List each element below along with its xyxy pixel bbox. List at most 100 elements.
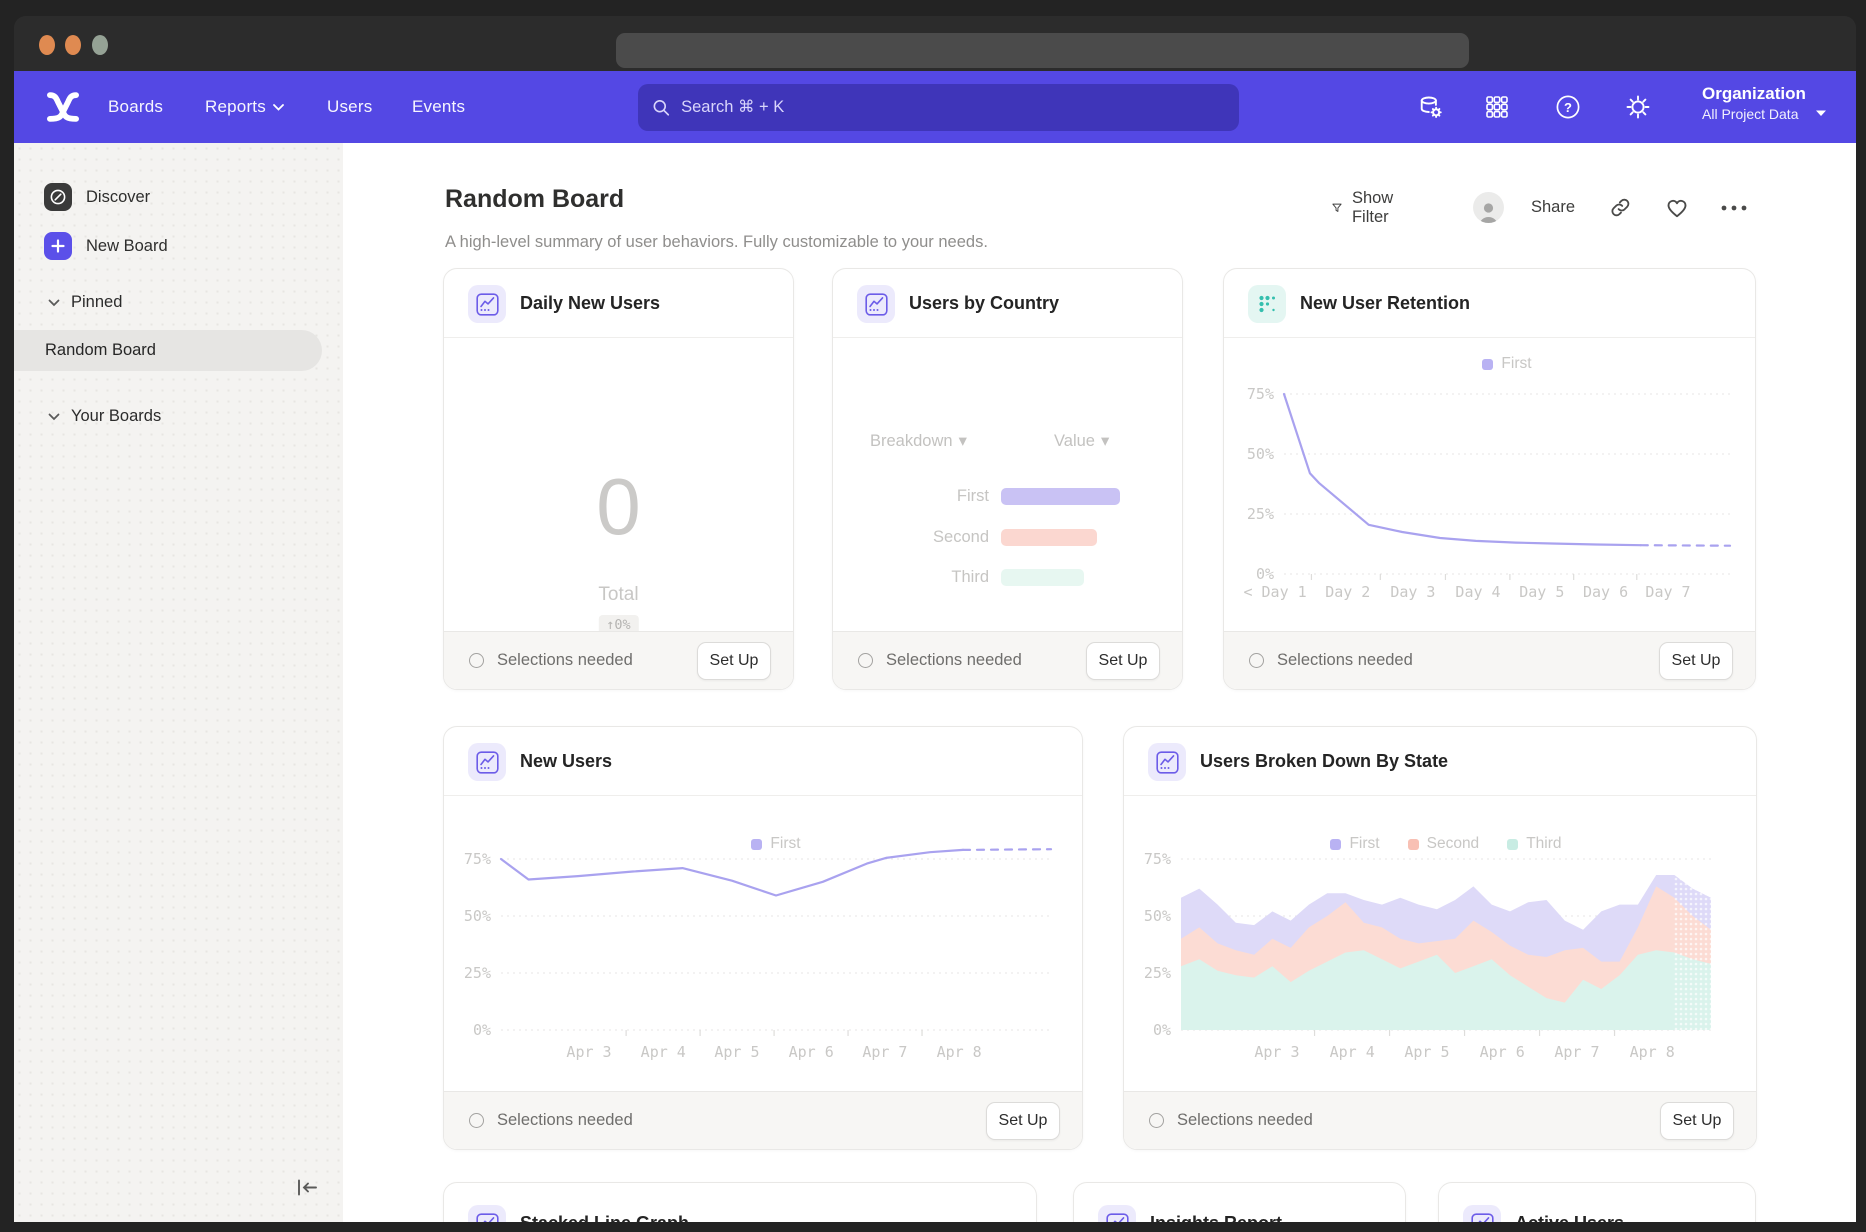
- line-chart-icon: [857, 285, 895, 323]
- chevron-down-icon: [48, 299, 60, 307]
- svg-text:75%: 75%: [1144, 850, 1171, 868]
- show-filter-button[interactable]: Show Filter: [1331, 191, 1401, 224]
- svg-text:Day 7: Day 7: [1645, 583, 1690, 601]
- address-bar[interactable]: [616, 33, 1469, 68]
- apps-grid-icon[interactable]: [1483, 93, 1511, 121]
- legend-swatch: [1482, 359, 1493, 370]
- svg-text:Apr 5: Apr 5: [714, 1043, 759, 1061]
- line-chart-icon: [468, 285, 506, 323]
- mixpanel-logo-icon[interactable]: [43, 92, 83, 127]
- nav-events[interactable]: Events: [412, 71, 465, 143]
- discover-compass-icon: [44, 183, 72, 211]
- card-users-by-state: Users Broken Down By State 75%50%25%0%Ap…: [1123, 726, 1757, 1150]
- nav-reports[interactable]: Reports: [205, 71, 284, 143]
- share-button[interactable]: Share: [1531, 191, 1575, 224]
- help-icon[interactable]: ?: [1554, 93, 1582, 121]
- set-up-button[interactable]: Set Up: [697, 642, 771, 680]
- set-up-button[interactable]: Set Up: [1660, 1102, 1734, 1140]
- svg-text:Apr 7: Apr 7: [1554, 1043, 1599, 1061]
- status-circle-icon: [1249, 653, 1264, 668]
- line-chart-icon: [1098, 1205, 1136, 1222]
- chevron-down-icon: ▾: [1101, 431, 1109, 451]
- svg-text:50%: 50%: [1247, 445, 1274, 463]
- chart-legend: First: [501, 835, 1051, 853]
- search-bar[interactable]: [638, 84, 1239, 131]
- line-chart-icon: [468, 1205, 506, 1222]
- board-description: A high-level summary of user behaviors. …: [445, 233, 988, 252]
- org-project: All Project Data: [1702, 105, 1806, 124]
- sidebar-item-discover[interactable]: Discover: [44, 183, 150, 211]
- nav-boards[interactable]: Boards: [108, 71, 163, 143]
- nav-users[interactable]: Users: [327, 71, 372, 143]
- avatar[interactable]: [1473, 191, 1504, 224]
- screen: Boards Reports Users Events: [0, 0, 1866, 1232]
- svg-text:Day 5: Day 5: [1519, 583, 1564, 601]
- svg-text:50%: 50%: [1144, 907, 1171, 925]
- svg-text:Apr 4: Apr 4: [641, 1043, 686, 1061]
- search-input[interactable]: [679, 97, 1225, 118]
- search-icon: [652, 98, 670, 117]
- set-up-button[interactable]: Set Up: [1659, 642, 1733, 680]
- chevron-down-icon[interactable]: [1815, 104, 1827, 122]
- svg-text:Apr 7: Apr 7: [862, 1043, 907, 1061]
- svg-text:< Day 1: < Day 1: [1243, 583, 1306, 601]
- svg-text:?: ?: [1564, 100, 1572, 115]
- line-chart-icon: [1148, 743, 1186, 781]
- window-titlebar: [14, 16, 1856, 71]
- svg-text:Apr 4: Apr 4: [1330, 1043, 1375, 1061]
- legend-swatch: [1330, 839, 1341, 850]
- sidebar-item-new-board[interactable]: New Board: [44, 232, 168, 260]
- card-stacked-line-graph: Stacked Line Graph: [443, 1182, 1037, 1222]
- svg-text:75%: 75%: [1247, 385, 1274, 403]
- svg-text:0%: 0%: [1153, 1021, 1171, 1039]
- card-title: Daily New Users: [520, 269, 660, 338]
- retention-grid-icon: [1248, 285, 1286, 323]
- status-text: Selections needed: [497, 651, 697, 670]
- sidebar-item-random-board[interactable]: Random Board: [14, 330, 322, 371]
- svg-text:Day 3: Day 3: [1390, 583, 1435, 601]
- svg-text:50%: 50%: [464, 907, 491, 925]
- svg-text:0%: 0%: [1256, 565, 1274, 583]
- status-text: Selections needed: [1177, 1111, 1660, 1130]
- svg-text:0%: 0%: [473, 1021, 491, 1039]
- plus-icon: [44, 232, 72, 260]
- copy-link-icon[interactable]: [1609, 191, 1632, 224]
- status-text: Selections needed: [1277, 651, 1659, 670]
- bar-first: [1001, 488, 1120, 505]
- card-new-user-retention: New User Retention 75%50%25%0%< Day 1Day…: [1223, 268, 1756, 690]
- line-chart-icon: [1463, 1205, 1501, 1222]
- data-management-icon[interactable]: [1416, 93, 1444, 121]
- set-up-button[interactable]: Set Up: [986, 1102, 1060, 1140]
- sidebar-section-pinned[interactable]: Pinned: [48, 293, 122, 312]
- window-minimize-button[interactable]: [65, 35, 81, 55]
- app-window: Boards Reports Users Events: [14, 16, 1856, 1222]
- by-state-chart: 75%50%25%0%Apr 3Apr 4Apr 5Apr 6Apr 7Apr …: [1124, 797, 1756, 1094]
- settings-gear-icon[interactable]: [1624, 93, 1652, 121]
- svg-text:Apr 5: Apr 5: [1404, 1043, 1449, 1061]
- card-users-by-country: Users by Country Breakdown▾ Value▾ First…: [832, 268, 1183, 690]
- more-options-icon[interactable]: [1719, 191, 1749, 224]
- breakdown-dropdown[interactable]: Breakdown▾: [870, 431, 967, 451]
- window-zoom-button[interactable]: [92, 35, 108, 55]
- value-dropdown[interactable]: Value▾: [1054, 431, 1109, 451]
- card-title: New Users: [520, 727, 612, 796]
- org-switcher[interactable]: Organization All Project Data: [1702, 83, 1806, 124]
- bar-second: [1001, 529, 1097, 546]
- status-text: Selections needed: [497, 1111, 986, 1130]
- chevron-down-icon: [273, 104, 284, 111]
- legend-swatch: [1507, 839, 1518, 850]
- chevron-down-icon: ▾: [959, 431, 967, 451]
- sidebar-section-your-boards[interactable]: Your Boards: [48, 407, 161, 426]
- window-close-button[interactable]: [39, 35, 55, 55]
- set-up-button[interactable]: Set Up: [1086, 642, 1160, 680]
- metric-label: Total: [444, 584, 793, 606]
- favorite-heart-icon[interactable]: [1665, 191, 1689, 224]
- card-title: Insights Report: [1150, 1189, 1282, 1222]
- card-title: Stacked Line Graph: [520, 1189, 689, 1222]
- sidebar-collapse-icon[interactable]: [292, 1175, 324, 1205]
- svg-text:Apr 6: Apr 6: [789, 1043, 834, 1061]
- card-daily-new-users: Daily New Users 0 Total ↑0% Selections n…: [443, 268, 794, 690]
- legend-swatch: [751, 839, 762, 850]
- svg-text:Apr 3: Apr 3: [1254, 1043, 1299, 1061]
- top-nav: Boards Reports Users Events: [14, 71, 1856, 143]
